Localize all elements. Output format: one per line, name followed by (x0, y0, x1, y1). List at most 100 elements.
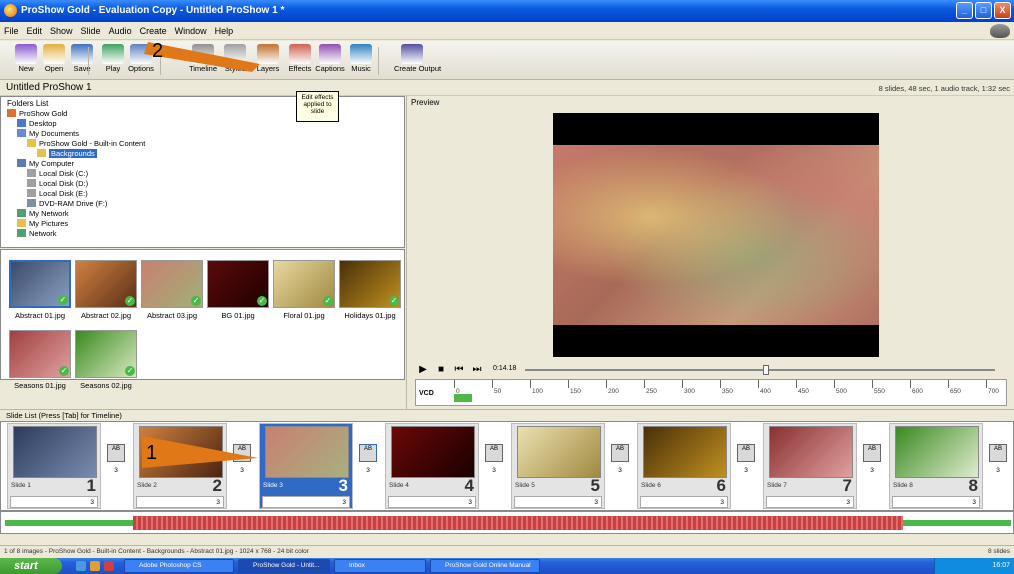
file-name: Seasons 01.jpg (14, 381, 66, 390)
file-thumbnail[interactable]: ✓ (75, 260, 137, 308)
slide-4[interactable]: Slide 4 4 3 (385, 423, 479, 509)
folder-tree-label: Network (29, 229, 57, 238)
show-desktop-icon[interactable] (76, 561, 86, 571)
folder-tree-item[interactable]: Backgrounds (37, 149, 97, 159)
folder-tree-item[interactable]: Local Disk (C:) (27, 169, 88, 179)
close-button[interactable]: X (994, 2, 1011, 19)
slide-duration: 3 (972, 499, 976, 506)
ruler-label: 300 (684, 388, 695, 395)
audio-track[interactable] (0, 511, 1014, 534)
slide-7[interactable]: Slide 7 7 3 (763, 423, 857, 509)
ruler-tick (758, 380, 759, 388)
slide-duration-field[interactable]: 3 (136, 496, 224, 508)
file-name: Holidays 01.jpg (344, 311, 396, 320)
menu-file[interactable]: File (0, 22, 23, 40)
previous-icon[interactable]: ⏮ (453, 364, 465, 376)
toolbar-create-output-button[interactable]: Create Output (394, 43, 441, 78)
transition-icon[interactable]: AB (989, 444, 1007, 462)
used-check-icon: ✓ (389, 296, 399, 306)
menu-slide[interactable]: Slide (77, 22, 105, 40)
slide-duration-field[interactable]: 3 (766, 496, 854, 508)
slide-duration-field[interactable]: 3 (388, 496, 476, 508)
slide-duration-field[interactable]: 3 (640, 496, 728, 508)
browser-icon[interactable] (90, 561, 100, 571)
taskbar-photoshop[interactable]: Adobe Photoshop CS (124, 559, 234, 573)
minimize-button[interactable]: _ (956, 2, 973, 19)
stop-icon[interactable]: ■ (435, 364, 447, 376)
ruler-tick (986, 380, 987, 388)
media-icon[interactable] (104, 561, 114, 571)
folder-tree-label: ProShow Gold - Built-in Content (39, 139, 146, 148)
play-icon[interactable]: ▶ (417, 364, 429, 376)
taskbar-proshow[interactable]: ProShow Gold - Untit... (238, 559, 330, 573)
system-tray: 16:07 (934, 558, 1014, 574)
slide-number: 6 (716, 476, 726, 495)
slide-name: Slide 8 (893, 482, 913, 489)
used-check-icon: ✓ (58, 295, 68, 305)
folder-tree-item[interactable]: Local Disk (D:) (27, 179, 88, 189)
taskbar-inbox[interactable]: Inbox (334, 559, 426, 573)
transition-icon[interactable]: AB (359, 444, 377, 462)
audio-wave-red (133, 516, 903, 530)
transition-icon[interactable]: AB (107, 444, 125, 462)
transition-icon[interactable]: AB (737, 444, 755, 462)
slide-3[interactable]: Slide 3 3 3 (259, 423, 353, 509)
file-thumbnail[interactable]: ✓ (207, 260, 269, 308)
folder-tree-label: My Pictures (29, 219, 69, 228)
folder-tree-item[interactable]: My Computer (17, 159, 74, 169)
seek-thumb[interactable] (763, 365, 769, 375)
transition-icon[interactable]: AB (863, 444, 881, 462)
next-icon[interactable]: ⏭ (471, 364, 483, 376)
open-folder-icon (43, 44, 65, 64)
slide-duration-field[interactable]: 3 (262, 496, 350, 508)
slide-name: Slide 7 (767, 482, 787, 489)
transition-icon[interactable]: AB (485, 444, 503, 462)
slide-thumbnail (517, 426, 601, 478)
file-thumbnail[interactable]: ✓ (9, 330, 71, 378)
file-thumbnail[interactable]: ✓ (9, 260, 71, 308)
folder-tree-item[interactable]: Local Disk (E:) (27, 189, 88, 199)
file-thumbnail[interactable]: ✓ (141, 260, 203, 308)
taskbar-manual[interactable]: ProShow Gold Online Manual (430, 559, 540, 573)
file-thumbnail[interactable]: ✓ (75, 330, 137, 378)
toolbar-music-button[interactable]: Music (343, 43, 379, 78)
start-button[interactable]: start (0, 558, 62, 574)
folder-tree-item[interactable]: My Documents (17, 129, 79, 139)
slide-duration: 3 (342, 499, 346, 506)
file-thumbnail[interactable]: ✓ (339, 260, 401, 308)
folder-tree-label: DVD-RAM Drive (F:) (39, 199, 108, 208)
folder-tree-item[interactable]: My Network (17, 209, 69, 219)
slide-5[interactable]: Slide 5 5 3 (511, 423, 605, 509)
folder-tree-item[interactable]: My Pictures (17, 219, 68, 229)
folder-tree-item[interactable]: ProShow Gold (7, 109, 67, 119)
slide-duration: 3 (594, 499, 598, 506)
folder-tree-item[interactable]: DVD-RAM Drive (F:) (27, 199, 107, 209)
file-thumbnail[interactable]: ✓ (273, 260, 335, 308)
menu-audio[interactable]: Audio (105, 22, 136, 40)
show-info: 8 slides, 48 sec, 1 audio track, 1:32 se… (878, 84, 1010, 93)
ruler-tick (834, 380, 835, 388)
slide-duration-field[interactable]: 3 (514, 496, 602, 508)
seek-bar[interactable] (525, 365, 995, 375)
maximize-button[interactable]: □ (975, 2, 992, 19)
slide-1[interactable]: Slide 1 1 3 (7, 423, 101, 509)
slide-name: Slide 2 (137, 482, 157, 489)
slide-8[interactable]: Slide 8 8 3 (889, 423, 983, 509)
file-name: Abstract 01.jpg (14, 311, 66, 320)
slide-duration-field[interactable]: 3 (892, 496, 980, 508)
transition-icon[interactable]: AB (611, 444, 629, 462)
menu-edit[interactable]: Edit (23, 22, 47, 40)
preview-image (553, 145, 879, 325)
file-name: Seasons 02.jpg (80, 381, 132, 390)
ruler-tick (682, 380, 683, 388)
status-right: 8 slides (987, 548, 1010, 555)
dvd-icon (27, 199, 36, 207)
slide-name: Slide 4 (389, 482, 409, 489)
folder-tree-item[interactable]: Network (17, 229, 57, 239)
folder-tree-item[interactable]: ProShow Gold - Built-in Content (27, 139, 145, 149)
slide-duration-field[interactable]: 3 (10, 496, 98, 508)
folder-tree-item[interactable]: Desktop (17, 119, 57, 129)
slide-number: 2 (212, 476, 222, 495)
slide-6[interactable]: Slide 6 6 3 (637, 423, 731, 509)
menu-show[interactable]: Show (46, 22, 77, 40)
